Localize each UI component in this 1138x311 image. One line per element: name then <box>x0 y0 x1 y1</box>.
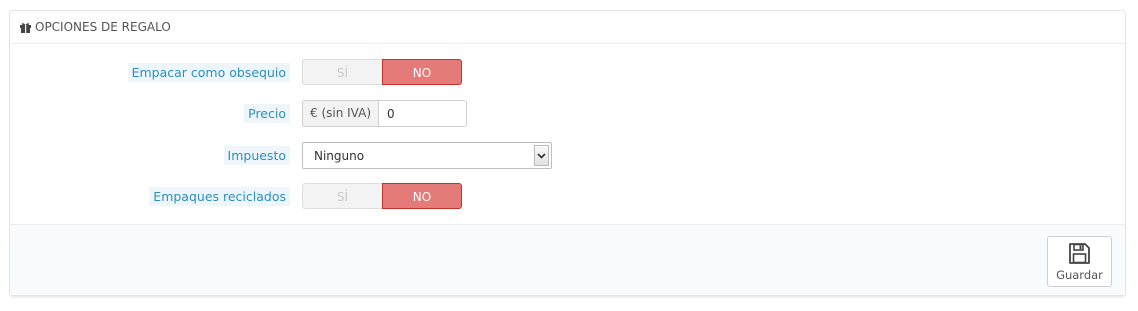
gift-wrap-label[interactable]: Empacar como obsequio <box>127 63 290 82</box>
panel-title: OPCIONES DE REGALO <box>35 20 171 34</box>
gift-wrap-switch[interactable]: SÍ NO <box>302 59 462 85</box>
recycled-switch[interactable]: SÍ NO <box>302 183 462 209</box>
floppy-disk-icon <box>1068 242 1091 265</box>
save-button[interactable]: Guardar <box>1047 236 1112 287</box>
tax-select[interactable]: Ninguno <box>302 142 552 169</box>
tax-row: Impuesto Ninguno <box>10 142 1125 169</box>
recycled-no-option[interactable]: NO <box>382 183 462 209</box>
gift-options-panel: OPCIONES DE REGALO Empacar como obsequio… <box>9 10 1126 296</box>
save-button-label: Guardar <box>1056 268 1103 282</box>
gift-icon <box>19 21 32 34</box>
chevron-down-icon[interactable] <box>534 145 549 166</box>
gift-wrap-yes-option[interactable]: SÍ <box>302 59 382 85</box>
panel-heading: OPCIONES DE REGALO <box>10 11 1125 44</box>
price-row: Precio € (sin IVA) <box>10 100 1125 127</box>
recycled-label[interactable]: Empaques reciclados <box>149 187 290 206</box>
price-label[interactable]: Precio <box>244 104 290 123</box>
price-input[interactable] <box>378 100 468 127</box>
tax-label[interactable]: Impuesto <box>223 146 290 165</box>
tax-selected-value: Ninguno <box>314 148 365 163</box>
panel-footer: Guardar <box>10 224 1125 295</box>
recycled-yes-option[interactable]: SÍ <box>302 183 382 209</box>
recycled-row: Empaques reciclados SÍ NO <box>10 183 1125 209</box>
gift-wrap-row: Empacar como obsequio SÍ NO <box>10 59 1125 85</box>
price-input-group: € (sin IVA) <box>302 100 468 127</box>
gift-wrap-no-option[interactable]: NO <box>382 59 462 85</box>
price-currency-addon: € (sin IVA) <box>302 100 379 127</box>
